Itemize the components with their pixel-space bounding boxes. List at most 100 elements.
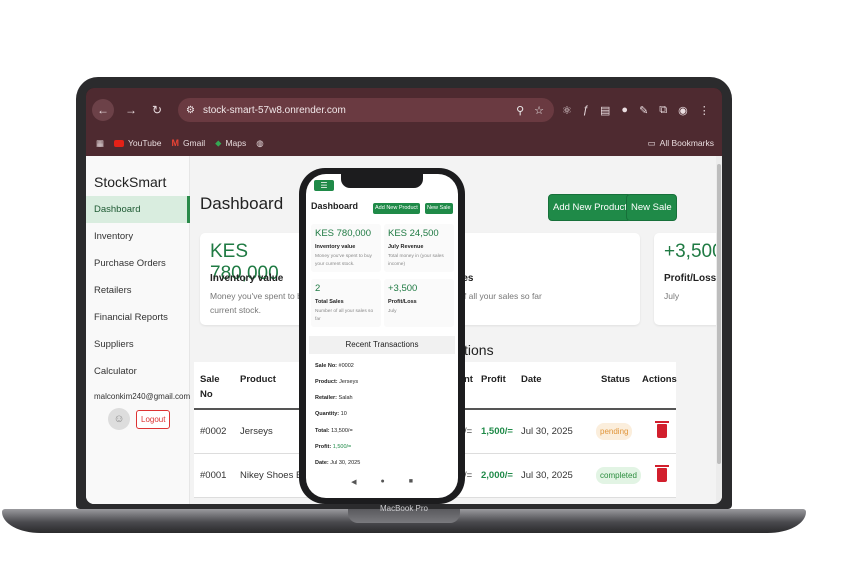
- header-profit: Profit: [481, 374, 506, 385]
- sidebar-item-calculator[interactable]: Calculator: [86, 358, 190, 385]
- user-row: ☺ Logout: [108, 408, 171, 430]
- phone-card-label: Total Sales: [315, 299, 344, 305]
- user-email: malconkim240@gmail.com: [94, 392, 191, 401]
- sidebar-item-purchase-orders[interactable]: Purchase Orders: [86, 250, 190, 277]
- more-menu-icon[interactable]: ⋮: [699, 104, 710, 117]
- cell-sale-no: #0001: [200, 470, 227, 481]
- profit-label: Profit/Loss: [664, 273, 717, 284]
- phone-card-value: KES 24,500: [388, 228, 439, 239]
- eyedropper-icon[interactable]: ✎: [639, 104, 648, 117]
- url-text: stock-smart-57w8.onrender.com: [202, 104, 346, 116]
- header-date: Date: [521, 374, 542, 385]
- phone-new-sale-button[interactable]: New Sale: [425, 203, 453, 214]
- new-sale-button[interactable]: New Sale: [626, 194, 677, 221]
- phone-detail-sale-no: Sale No: #0002: [315, 363, 354, 369]
- page-scrollbar[interactable]: [716, 156, 722, 504]
- cell-profit: 2,000/=: [481, 470, 513, 481]
- bookmark-maps[interactable]: ⬥ Maps: [215, 138, 246, 149]
- phone-card-value: 2: [315, 283, 321, 294]
- phone-card-desc: Number of all your sales so far: [315, 309, 374, 322]
- status-badge: pending: [596, 423, 633, 440]
- header-product: Product: [240, 374, 276, 385]
- header-sale-no: Sale No: [200, 374, 220, 400]
- phone-card-revenue: KES 24,500 July Revenue Total money in (…: [384, 224, 454, 272]
- puzzle-icon[interactable]: ⧉: [659, 104, 667, 117]
- extensions-bar: ⚛ ƒ ▤ ● ✎ ⧉ ◉ ⋮: [562, 104, 710, 117]
- phone-card-total-sales: 2 Total Sales Number of all your sales s…: [311, 279, 381, 327]
- apps-icon[interactable]: ▦: [96, 138, 104, 149]
- sidebar-item-retailers[interactable]: Retailers: [86, 277, 190, 304]
- status-badge: completed: [596, 467, 641, 484]
- hamburger-menu-icon[interactable]: ☰: [314, 180, 334, 191]
- react-extension-icon[interactable]: ⚛: [562, 104, 572, 117]
- phone-home-icon[interactable]: ●: [380, 478, 384, 492]
- mockup-stage: ← → ↻ ⚙ stock-smart-57w8.onrender.com ⚲ …: [0, 0, 861, 575]
- forward-icon[interactable]: →: [122, 103, 140, 117]
- profile-icon[interactable]: ◉: [678, 104, 688, 117]
- cell-amount: /=: [464, 426, 473, 437]
- profit-value: +3,500: [664, 241, 722, 262]
- phone-card-label: July Revenue: [388, 244, 424, 250]
- phone-nav-bar: ◀ ● ■: [306, 478, 458, 492]
- trash-icon[interactable]: [655, 465, 669, 482]
- phone-notch: [341, 174, 423, 188]
- bookmark-gmail[interactable]: M Gmail: [171, 138, 205, 148]
- phone-card-label: Profit/Loss: [388, 299, 417, 305]
- phone-card-inventory: KES 780,000 Inventory value Money you've…: [311, 224, 381, 272]
- phone-add-product-button[interactable]: Add New Product: [373, 203, 420, 214]
- cell-amount: /=: [464, 470, 473, 481]
- header-actions: Actions: [642, 374, 677, 385]
- trash-icon[interactable]: [655, 421, 669, 438]
- sidebar-item-dashboard[interactable]: Dashboard: [86, 196, 190, 223]
- cell-sale-no: #0002: [200, 426, 227, 437]
- back-icon[interactable]: ←: [92, 99, 114, 121]
- gmail-icon: M: [171, 138, 179, 148]
- phone-card-value: +3,500: [388, 283, 418, 294]
- phone-detail-retailer: Retailer: Salah: [315, 395, 353, 401]
- phone-detail-total: Total: 13,500/=: [315, 428, 353, 434]
- fx-extension-icon[interactable]: ƒ: [583, 104, 589, 117]
- stat-card-profit: +3,500 Profit/Loss July: [654, 233, 722, 325]
- globe-icon[interactable]: ◍: [256, 138, 263, 149]
- laptop-label: MacBook Pro: [379, 504, 429, 513]
- avatar: ☺: [108, 408, 130, 430]
- sidebar-item-inventory[interactable]: Inventory: [86, 223, 190, 250]
- document-extension-icon[interactable]: ▤: [600, 104, 610, 117]
- sidebar-item-suppliers[interactable]: Suppliers: [86, 331, 190, 358]
- phone-back-icon[interactable]: ◀: [351, 478, 356, 492]
- folder-icon: ▭: [647, 137, 656, 148]
- maps-icon: ⬥: [215, 137, 222, 148]
- sidebar-item-financial-reports[interactable]: Financial Reports: [86, 304, 190, 331]
- add-new-product-button[interactable]: Add New Product: [548, 194, 632, 221]
- browser-chrome: ← → ↻ ⚙ stock-smart-57w8.onrender.com ⚲ …: [86, 88, 722, 156]
- zoom-icon[interactable]: ⚲: [516, 104, 524, 117]
- phone-card-profit: +3,500 Profit/Loss July: [384, 279, 454, 327]
- header-amount: nt: [464, 374, 473, 385]
- cell-date: Jul 30, 2025: [521, 470, 573, 481]
- sales-desc: r of all your sales so far: [454, 291, 542, 301]
- phone-screen: ☰ Dashboard Add New Product New Sale KES…: [306, 174, 458, 498]
- all-bookmarks[interactable]: ▭ All Bookmarks: [648, 138, 714, 149]
- stat-card-inventory: KES 780,000 Inventory value Money you've…: [200, 233, 312, 325]
- logout-button[interactable]: Logout: [136, 409, 171, 429]
- phone-recents-icon[interactable]: ■: [409, 478, 413, 492]
- site-info-icon[interactable]: ⚙: [186, 105, 195, 116]
- inventory-desc: Money you've spent to buy current stock.: [210, 291, 311, 315]
- cell-product: Nikey Shoes Ba: [240, 470, 308, 481]
- reload-icon[interactable]: ↻: [148, 103, 166, 117]
- cell-date: Jul 30, 2025: [521, 426, 573, 437]
- star-icon[interactable]: ☆: [534, 104, 544, 117]
- brand-logo-text: StockSmart: [94, 174, 167, 190]
- sidebar-nav: Dashboard Inventory Purchase Orders Reta…: [86, 196, 190, 385]
- address-bar[interactable]: ⚙ stock-smart-57w8.onrender.com ⚲ ☆: [178, 98, 554, 122]
- cell-product: Jerseys: [240, 426, 273, 437]
- phone-card-desc: July: [388, 309, 397, 314]
- phone-page-title: Dashboard: [311, 201, 359, 211]
- bookmark-youtube[interactable]: YouTube: [114, 138, 161, 148]
- phone-card-label: Inventory value: [315, 244, 356, 250]
- green-extension-icon[interactable]: ●: [621, 104, 628, 117]
- profit-desc: July: [664, 291, 680, 301]
- bookmarks-bar: ▦ YouTube M Gmail ⬥ Maps ◍ ▭ All Bookmarks: [86, 132, 722, 154]
- sidebar: StockSmart Dashboard Inventory Purchase …: [86, 156, 190, 504]
- phone-card-value: KES 780,000: [315, 228, 371, 239]
